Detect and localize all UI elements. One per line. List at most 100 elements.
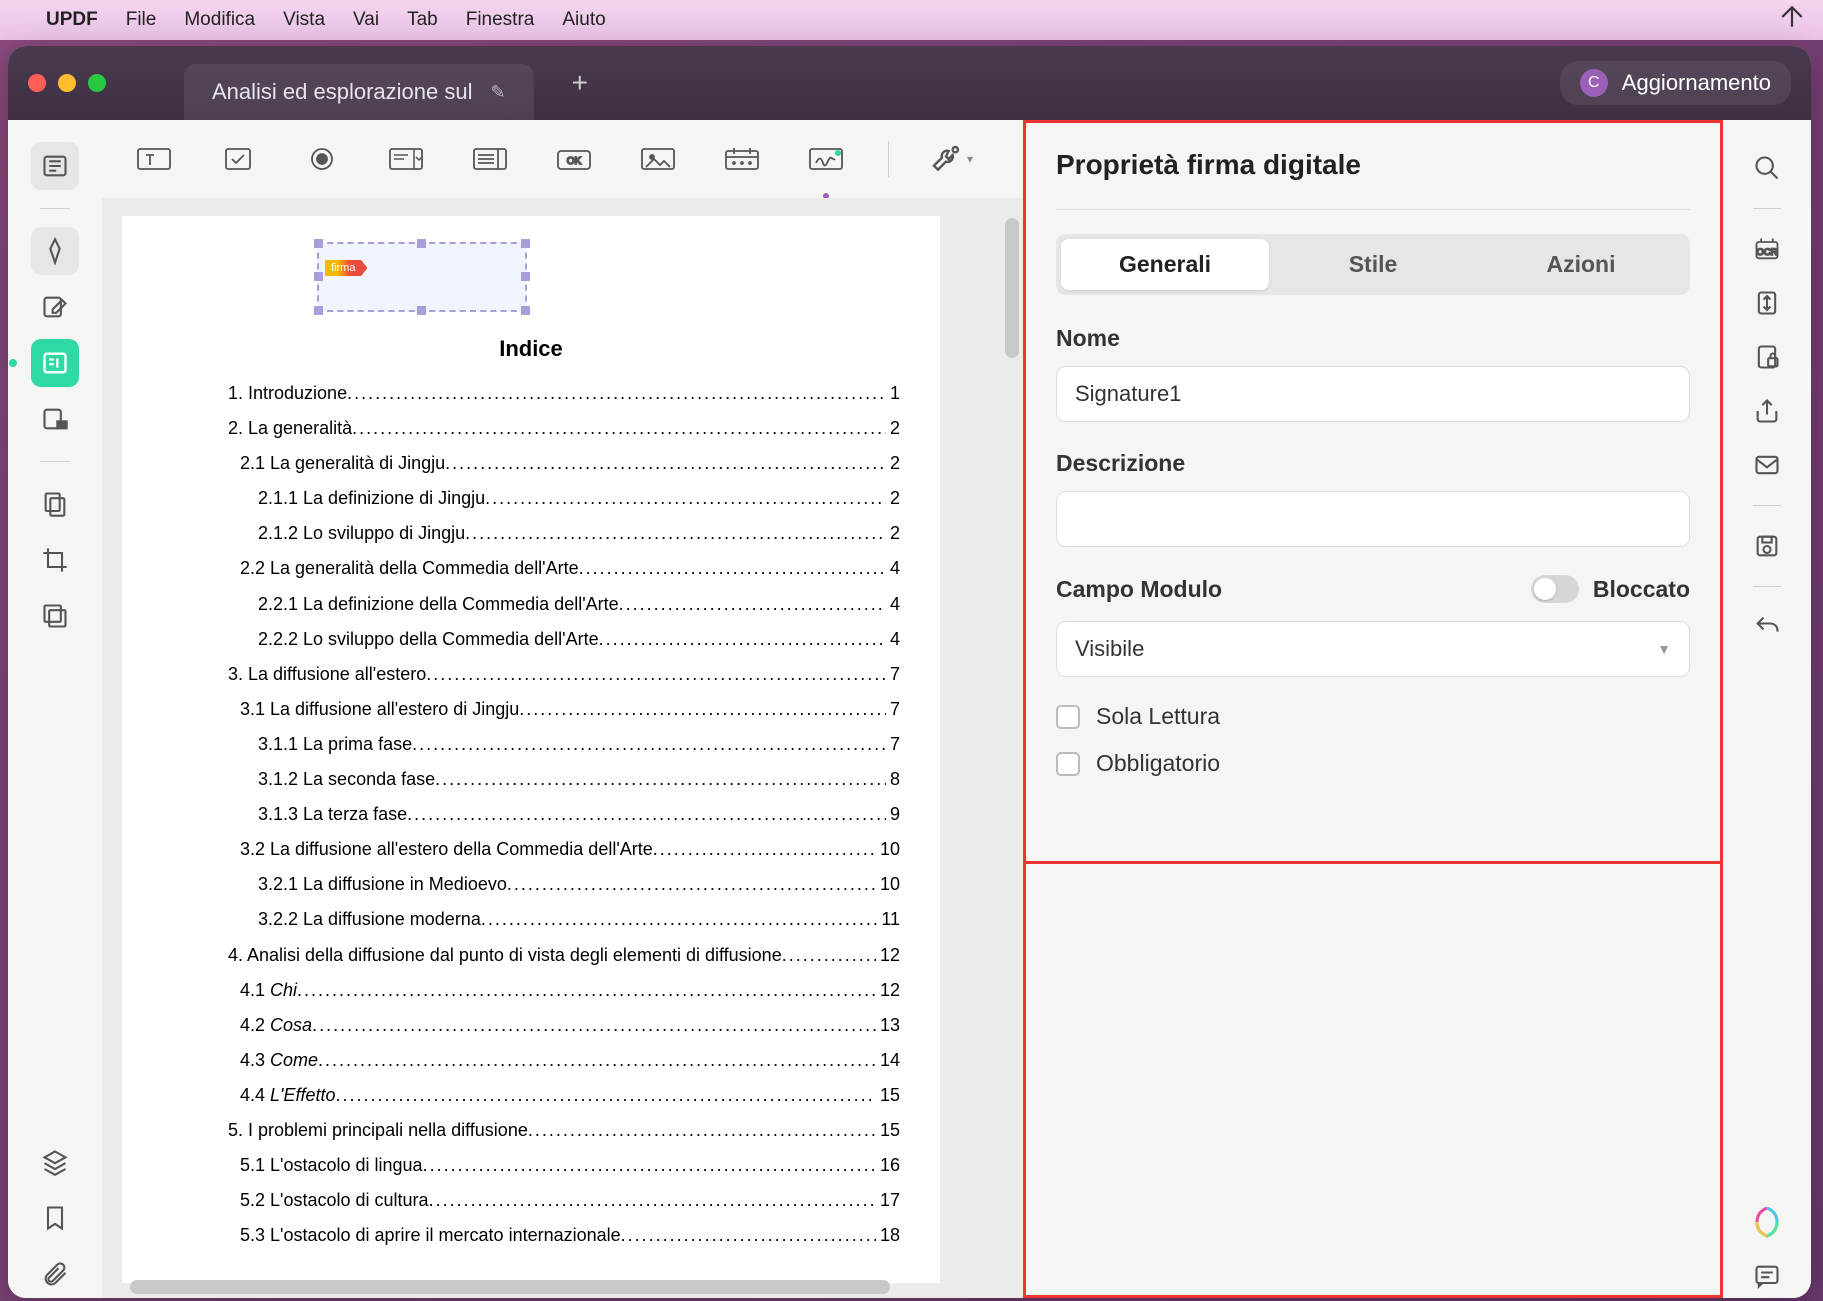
toc-line: 2.2 La generalità della Commedia dell'Ar…: [162, 551, 900, 586]
menu-aiuto[interactable]: Aiuto: [562, 9, 605, 31]
toc-line: 2.1.1 La definizione di Jingju 2: [162, 481, 900, 516]
toc-line: 5.2 L'ostacolo di cultura 17: [162, 1183, 900, 1218]
divider: [1753, 586, 1781, 587]
tab-generali[interactable]: Generali: [1061, 239, 1269, 290]
obbligatorio-label: Obbligatorio: [1096, 750, 1220, 777]
signature-field-icon[interactable]: [804, 139, 848, 179]
toc-line: 2.1.2 Lo sviluppo di Jingju 2: [162, 516, 900, 551]
sidebar-marker-icon[interactable]: [31, 227, 79, 275]
sola-lettura-checkbox[interactable]: [1056, 705, 1080, 729]
save-icon[interactable]: [1745, 524, 1789, 568]
menu-modifica[interactable]: Modifica: [184, 9, 255, 31]
divider: [888, 141, 889, 177]
form-toolbar: OK ▾: [102, 120, 1023, 198]
tab-stile[interactable]: Stile: [1269, 239, 1477, 290]
sidebar-edit-icon[interactable]: [31, 283, 79, 331]
toc: 1. Introduzione 12. La generalità 22.1 L…: [162, 376, 900, 1253]
user-badge[interactable]: C Aggiornamento: [1560, 61, 1791, 105]
toc-line: 4.4 L'Effetto 15: [162, 1078, 900, 1113]
toc-line: 4.2 Cosa 13: [162, 1008, 900, 1043]
menu-tab[interactable]: Tab: [407, 9, 438, 31]
sidebar-pages-icon[interactable]: [31, 480, 79, 528]
panel-tabs: Generali Stile Azioni: [1056, 234, 1690, 295]
maximize-button[interactable]: [88, 74, 106, 92]
new-tab-button[interactable]: +: [572, 67, 588, 99]
button-icon[interactable]: OK: [552, 139, 596, 179]
svg-text:OCR: OCR: [1757, 247, 1778, 257]
sola-lettura-row[interactable]: Sola Lettura: [1056, 703, 1690, 730]
properties-panel: Proprietà firma digitale Generali Stile …: [1023, 120, 1723, 1298]
search-icon[interactable]: [1745, 146, 1789, 190]
horizontal-scrollbar[interactable]: [130, 1280, 890, 1294]
menu-file[interactable]: File: [126, 9, 157, 31]
undo-icon[interactable]: [1745, 605, 1789, 649]
toc-line: 4.3 Come 14: [162, 1043, 900, 1078]
macos-menubar: UPDF File Modifica Vista Vai Tab Finestr…: [0, 0, 1823, 40]
image-field-icon[interactable]: [636, 139, 680, 179]
page-title: Indice: [162, 336, 900, 362]
vertical-scrollbar[interactable]: [1005, 218, 1019, 358]
menu-vai[interactable]: Vai: [353, 9, 379, 31]
obbligatorio-checkbox[interactable]: [1056, 752, 1080, 776]
menubar-tray-icon[interactable]: [1779, 4, 1805, 37]
app-name[interactable]: UPDF: [46, 9, 98, 31]
descrizione-input[interactable]: [1056, 491, 1690, 547]
form-tools-icon[interactable]: ▾: [929, 139, 973, 179]
updf-logo-icon[interactable]: [1745, 1200, 1789, 1244]
toc-line: 1. Introduzione 1: [162, 376, 900, 411]
bloccato-toggle[interactable]: [1531, 575, 1579, 603]
menu-vista[interactable]: Vista: [283, 9, 325, 31]
field-tag: firma: [325, 260, 367, 276]
pencil-icon: ✎: [491, 82, 506, 103]
descrizione-label: Descrizione: [1056, 450, 1690, 477]
radio-icon[interactable]: [300, 139, 344, 179]
sidebar-redact-icon[interactable]: [31, 395, 79, 443]
main-area: OK ▾: [8, 120, 1811, 1298]
share-icon[interactable]: [1745, 389, 1789, 433]
minimize-button[interactable]: [58, 74, 76, 92]
nome-input[interactable]: [1056, 366, 1690, 422]
text-field-icon[interactable]: [132, 139, 176, 179]
toc-line: 3.2.1 La diffusione in Medioevo 10: [162, 867, 900, 902]
sidebar-layers-icon[interactable]: [31, 1138, 79, 1186]
avatar: C: [1580, 69, 1608, 97]
dropdown-icon[interactable]: [384, 139, 428, 179]
sidebar-attachment-icon[interactable]: [31, 1250, 79, 1298]
divider: [40, 461, 70, 462]
signature-field-selection[interactable]: firma: [317, 242, 527, 312]
date-field-icon[interactable]: [720, 139, 764, 179]
svg-text:OK: OK: [567, 156, 582, 167]
sidebar-reader-icon[interactable]: [31, 142, 79, 190]
document-viewport[interactable]: firma Indice 1. Introduzione 12. La gene…: [102, 198, 1023, 1298]
visibility-select[interactable]: Visibile ▼: [1056, 621, 1690, 677]
sola-lettura-label: Sola Lettura: [1096, 703, 1220, 730]
sidebar-form-icon[interactable]: [31, 339, 79, 387]
left-sidebar: [8, 120, 102, 1298]
tab-azioni[interactable]: Azioni: [1477, 239, 1685, 290]
chevron-down-icon: ▾: [967, 152, 973, 166]
listbox-icon[interactable]: [468, 139, 512, 179]
toc-line: 3.2 La diffusione all'estero della Comme…: [162, 832, 900, 867]
convert-icon[interactable]: [1745, 281, 1789, 325]
ocr-icon[interactable]: OCR: [1745, 227, 1789, 271]
divider: [1753, 208, 1781, 209]
toc-line: 4. Analisi della diffusione dal punto di…: [162, 938, 900, 973]
comment-icon[interactable]: [1745, 1254, 1789, 1298]
toc-line: 5.1 L'ostacolo di lingua 16: [162, 1148, 900, 1183]
protect-icon[interactable]: [1745, 335, 1789, 379]
toc-line: 4.1 Chi 12: [162, 973, 900, 1008]
toc-line: 5.3 L'ostacolo di aprire il mercato inte…: [162, 1218, 900, 1253]
document-tab[interactable]: Analisi ed esplorazione sul ✎: [184, 64, 534, 120]
divider: [1753, 505, 1781, 506]
checkbox-icon[interactable]: [216, 139, 260, 179]
toc-line: 3.1.2 La seconda fase 8: [162, 762, 900, 797]
sidebar-watermark-icon[interactable]: [31, 592, 79, 640]
email-icon[interactable]: [1745, 443, 1789, 487]
sidebar-crop-icon[interactable]: [31, 536, 79, 584]
toc-line: 2. La generalità 2: [162, 411, 900, 446]
sidebar-bookmark-icon[interactable]: [31, 1194, 79, 1242]
menu-finestra[interactable]: Finestra: [466, 9, 535, 31]
divider: [1056, 209, 1690, 210]
close-button[interactable]: [28, 74, 46, 92]
obbligatorio-row[interactable]: Obbligatorio: [1056, 750, 1690, 777]
